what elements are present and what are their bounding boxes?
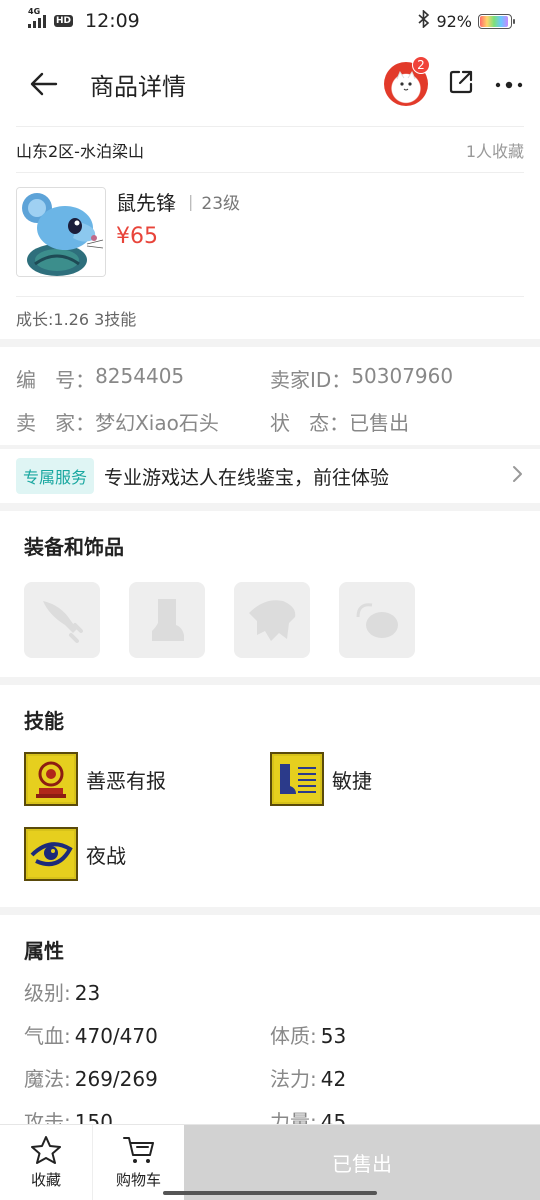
- skill-item[interactable]: 敏捷: [270, 752, 516, 806]
- skill-item[interactable]: 善恶有报: [24, 752, 270, 806]
- network-type: 4G: [28, 7, 41, 16]
- attr-mp: 魔法: 269/269: [24, 1067, 158, 1091]
- back-button[interactable]: [24, 64, 64, 104]
- seller-name: 卖 家： 梦幻Xiao石头: [16, 411, 219, 435]
- listing-card: 山东2区-水泊梁山 1人收藏 鼠先锋 | 23级 ¥65 成长:1.26 3技能: [0, 126, 540, 339]
- pet-level: 23级: [201, 194, 241, 214]
- more-dots-icon: [495, 81, 523, 88]
- pet-image[interactable]: [16, 187, 106, 277]
- battery-percent: 92%: [436, 11, 472, 31]
- bluetooth-icon: [418, 9, 430, 32]
- home-indicator: [163, 1191, 377, 1195]
- skill-item[interactable]: 夜战: [24, 827, 270, 881]
- server-name: 山东2区-水泊梁山: [16, 141, 144, 161]
- item-id: 编 号： 8254405: [16, 364, 185, 392]
- favorite-count: 1人收藏: [465, 141, 524, 161]
- skills-title: 技能: [24, 709, 64, 733]
- pet-price: ¥65: [116, 224, 158, 249]
- attr-magic: 法力: 42: [270, 1067, 347, 1091]
- share-button[interactable]: [448, 69, 474, 99]
- favorite-button[interactable]: 收藏: [0, 1125, 92, 1200]
- arrow-left-icon: [30, 72, 58, 96]
- skill-name: 善恶有报: [86, 768, 166, 793]
- notification-badge: 2: [412, 56, 430, 74]
- attributes-title: 属性: [24, 939, 64, 963]
- service-banner[interactable]: 专属服务 专业游戏达人在线鉴宝，前往体验: [0, 449, 540, 503]
- equipment-title: 装备和饰品: [24, 535, 124, 559]
- attr-level: 级别: 23: [24, 981, 101, 1005]
- signal-icon: 4G: [28, 7, 46, 28]
- sold-out-button[interactable]: 已售出: [184, 1125, 540, 1200]
- equipment-section: 装备和饰品: [0, 511, 540, 677]
- hd-icon: HD: [54, 15, 74, 27]
- more-button[interactable]: [494, 75, 524, 94]
- sword-icon: [43, 601, 83, 643]
- service-text: 专业游戏达人在线鉴宝，前往体验: [104, 466, 390, 489]
- skill-name: 夜战: [86, 843, 126, 868]
- seller-id: 卖家ID： 50307960: [270, 364, 454, 392]
- message-avatar-button[interactable]: 2: [384, 56, 430, 106]
- page-title: 商品详情: [90, 72, 186, 101]
- nav-bar: 商品详情 2: [0, 42, 540, 126]
- attributes-section: 属性 级别: 23 气血: 470/470 体质: 53 魔法: 269/269 法力:…: [0, 915, 540, 1145]
- pet-name: 鼠先锋: [116, 191, 176, 215]
- seal-icon: [24, 752, 78, 806]
- attr-constitution: 体质: 53: [270, 1024, 347, 1048]
- accessory-icon: [356, 603, 398, 638]
- cart-icon: [122, 1137, 154, 1163]
- cart-button[interactable]: 购物车: [92, 1125, 184, 1200]
- bottom-bar: 收藏 购物车 已售出: [0, 1124, 540, 1200]
- armor-slot[interactable]: [234, 582, 310, 658]
- weapon-slot[interactable]: [24, 582, 100, 658]
- share-icon: [449, 70, 473, 94]
- speed-icon: [270, 752, 324, 806]
- accessory-slot[interactable]: [339, 582, 415, 658]
- service-tag: 专属服务: [16, 458, 95, 494]
- eye-icon: [24, 827, 78, 881]
- boot-slot[interactable]: [129, 582, 205, 658]
- chevron-right-icon: [512, 465, 524, 487]
- skill-name: 敏捷: [332, 768, 372, 793]
- skills-section: 技能 善恶有报 敏捷 夜战: [0, 685, 540, 907]
- item-state: 状 态： 已售出: [270, 411, 410, 435]
- status-time: 12:09: [85, 10, 140, 32]
- status-bar: 4G HD 12:09 92%: [0, 0, 540, 42]
- info-card: 编 号： 8254405 卖家ID： 50307960 卖 家： 梦幻Xiao石头 状…: [0, 347, 540, 445]
- boot-icon: [152, 599, 184, 641]
- attr-hp: 气血: 470/470: [24, 1024, 158, 1048]
- battery-icon: [478, 13, 515, 29]
- star-icon: [31, 1136, 61, 1164]
- growth-info: 成长:1.26 3技能: [16, 310, 137, 329]
- name-separator: |: [188, 192, 194, 211]
- armor-icon: [249, 600, 296, 641]
